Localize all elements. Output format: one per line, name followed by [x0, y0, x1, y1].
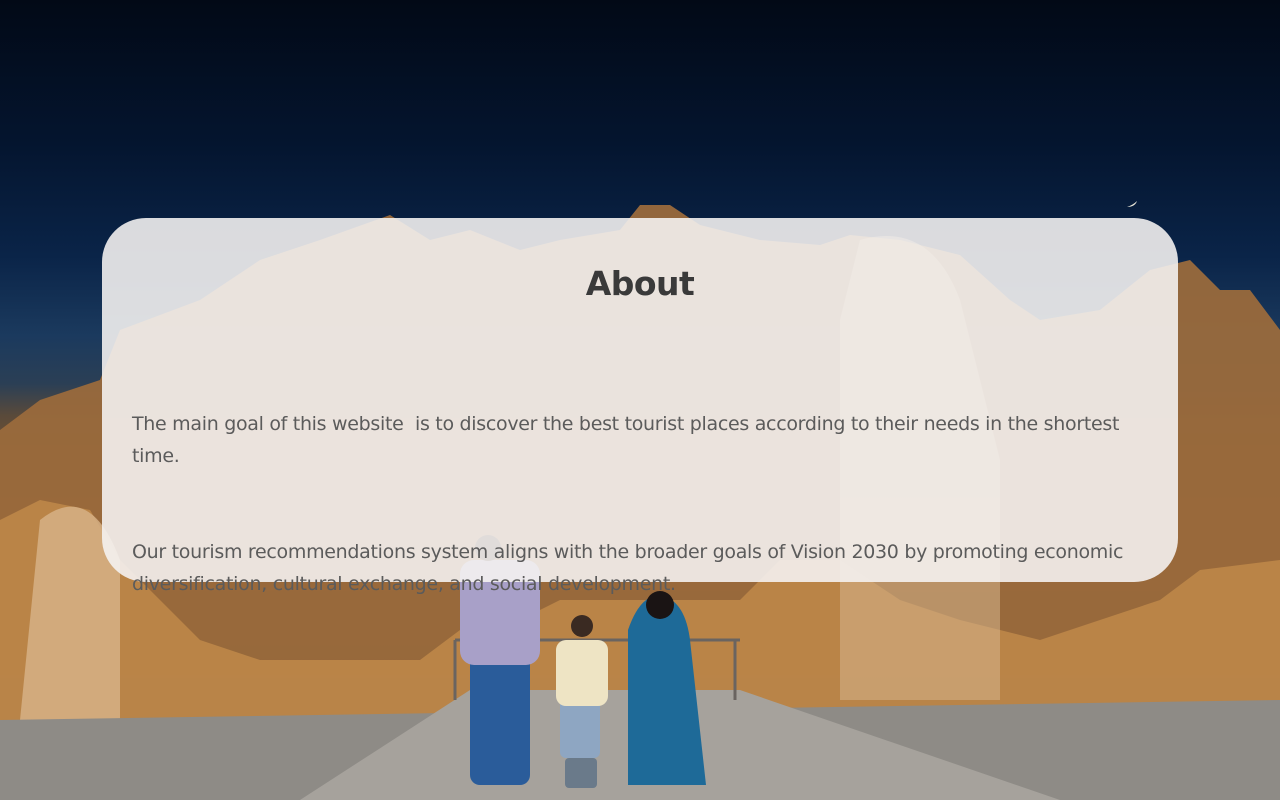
about-body: The main goal of this website is to disc… [132, 344, 1144, 664]
about-card: About The main goal of this website is t… [102, 218, 1178, 595]
about-paragraph-1: The main goal of this website is to disc… [132, 413, 1125, 467]
about-paragraph-2: Our tourism recommendations system align… [132, 541, 1129, 595]
moon-icon [1127, 201, 1137, 207]
about-title: About [585, 264, 695, 303]
